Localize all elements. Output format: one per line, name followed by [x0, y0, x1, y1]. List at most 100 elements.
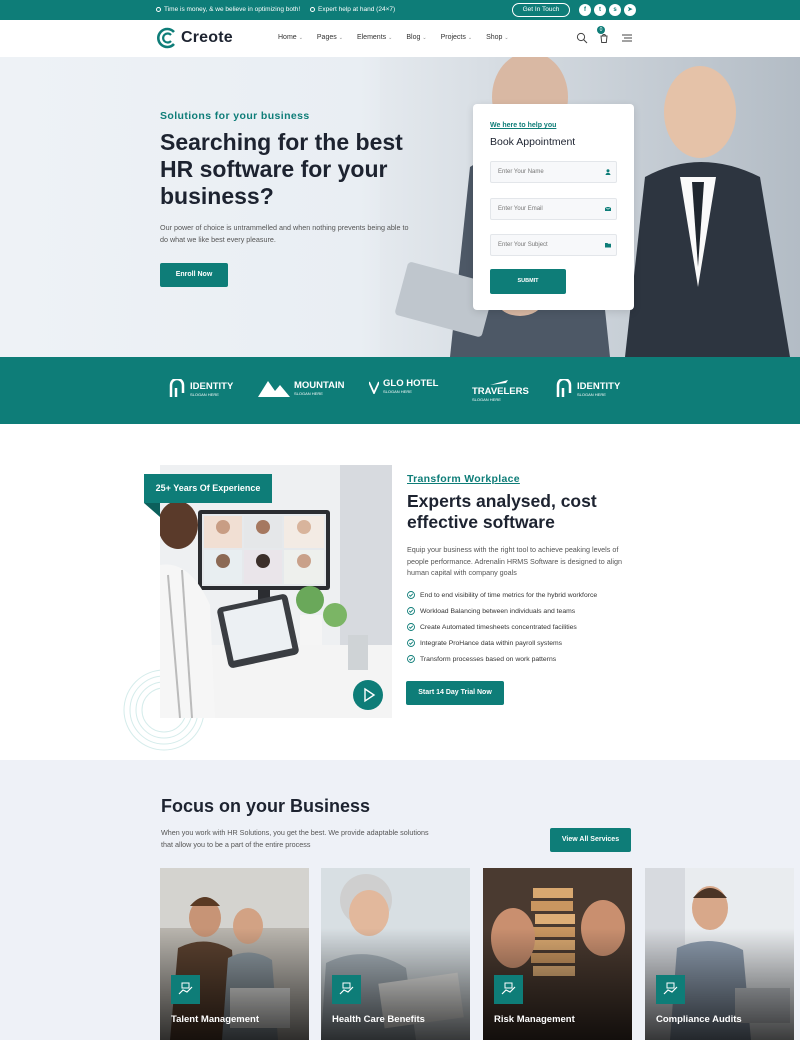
user-icon	[605, 169, 611, 175]
service-card-compliance[interactable]: Compliance Audits	[645, 868, 794, 1040]
nav-elements[interactable]: Elements ⌄	[357, 34, 392, 41]
submit-button[interactable]: SUBMIT	[490, 269, 566, 294]
clock-icon	[156, 7, 161, 12]
nav-label: Home	[278, 34, 297, 41]
main-nav: Home ⌄ Pages ⌄ Elements ⌄ Blog ⌄ Projects ⌄ S…	[278, 34, 523, 41]
checklist-text: Transform processes based on work patter…	[420, 655, 557, 663]
checklist-text: Create Automated timesheets concentrated…	[420, 623, 577, 631]
brand-slogan: SLOGAN HERE	[190, 391, 219, 397]
feature-checklist: End to end visibility of time metrics fo…	[407, 587, 597, 667]
brand-mountain: MOUNTAIN SLOGAN HERE	[258, 379, 344, 397]
nav-home[interactable]: Home ⌄	[278, 34, 303, 41]
nav-label: Pages	[316, 34, 337, 41]
card-title: Health Care Benefits	[332, 1014, 425, 1025]
search-icon[interactable]	[576, 32, 588, 44]
hero-subtitle: Solutions for your business	[160, 110, 310, 122]
compliance-icon-box	[656, 975, 685, 1004]
brand-slogan: SLOGAN HERE	[472, 397, 501, 402]
brand-name: TRAVELERS	[472, 386, 529, 397]
risk-icon-box	[494, 975, 523, 1004]
topbar-message-text: Time is money, & we believe in optimizin…	[164, 6, 301, 13]
name-input[interactable]: Enter Your Name	[490, 161, 617, 183]
brand-travelers: TRAVELERS SLOGAN HERE	[472, 378, 529, 402]
hand-cash-icon	[663, 982, 678, 995]
mountain-logo-icon	[258, 381, 290, 397]
topbar-message-time: Time is money, & we believe in optimizin…	[156, 6, 300, 13]
menu-icon[interactable]	[621, 32, 633, 44]
card-title: Compliance Audits	[656, 1014, 742, 1025]
brand-name: IDENTITY	[577, 380, 621, 392]
hero-description: Our power of choice is untrammelled and …	[160, 223, 409, 244]
hand-cash-icon	[178, 982, 193, 995]
brand-name: Creote	[181, 29, 233, 46]
card-title: Risk Management	[494, 1014, 575, 1025]
facebook-icon[interactable]: f	[579, 4, 591, 16]
site-header: Creote Home ⌄ Pages ⌄ Elements ⌄ Blog ⌄ Proj…	[0, 20, 800, 57]
services-title: Focus on your Business	[161, 796, 371, 816]
experience-badge: 25+ Years Of Experience	[144, 474, 272, 503]
chevron-down-icon: ⌄	[467, 34, 473, 41]
subject-placeholder: Enter Your Subject	[498, 242, 548, 248]
services-section: Focus on your Business When you work wit…	[0, 760, 800, 1040]
appointment-title: Book Appointment	[490, 136, 576, 148]
get-in-touch-button[interactable]: Get In Touch	[512, 3, 570, 17]
list-item: Transform processes based on work patter…	[407, 651, 597, 667]
enroll-now-button[interactable]: Enroll Now	[160, 263, 228, 287]
nav-label: Blog	[406, 34, 421, 41]
play-icon	[364, 687, 376, 703]
chevron-down-icon: ⌄	[338, 34, 343, 41]
top-bar: Time is money, & we believe in optimizin…	[0, 0, 800, 20]
folder-icon	[605, 243, 611, 248]
service-card-talent[interactable]: Talent Management	[160, 868, 309, 1040]
list-item: Create Automated timesheets concentrated…	[407, 619, 597, 635]
brand-slogan: SLOGAN HERE	[294, 390, 323, 396]
skype-icon[interactable]: s	[609, 4, 621, 16]
subject-input[interactable]: Enter Your Subject	[490, 234, 617, 256]
health-icon-box	[332, 975, 361, 1004]
play-video-button[interactable]	[353, 680, 383, 710]
brand-name: GLO HOTEL	[383, 378, 439, 389]
nav-shop[interactable]: Shop ⌄	[486, 34, 509, 41]
hand-cash-icon	[501, 982, 516, 995]
topbar-message-help: Expert help at hand (24×7)	[310, 6, 395, 13]
brand-name: IDENTITY	[190, 380, 234, 392]
about-title: Experts analysed, cost effective softwar…	[407, 491, 597, 532]
brand-identity: IDENTITY SLOGAN HERE	[168, 379, 233, 399]
nav-blog[interactable]: Blog ⌄	[406, 34, 426, 41]
badge-fold	[144, 503, 160, 517]
chevron-down-icon: ⌄	[504, 34, 509, 41]
checklist-text: End to end visibility of time metrics fo…	[420, 591, 598, 599]
nav-pages[interactable]: Pages ⌄	[317, 34, 343, 41]
topbar-message-text: Expert help at hand (24×7)	[318, 6, 396, 13]
support-icon	[310, 7, 315, 12]
twitter-icon[interactable]: t	[594, 4, 606, 16]
hero-title: Searching for the best HR software for y…	[160, 129, 403, 209]
cart-count-badge: 0	[597, 26, 605, 34]
service-card-health[interactable]: Health Care Benefits	[321, 868, 470, 1040]
chevron-down-icon: ⌄	[422, 34, 427, 41]
identity-logo-icon	[169, 379, 185, 397]
site-logo[interactable]: Creote	[156, 27, 233, 49]
card-title: Talent Management	[171, 1014, 259, 1025]
hero-section: Solutions for your business Searching fo…	[0, 57, 800, 357]
service-card-risk[interactable]: Risk Management	[483, 868, 632, 1040]
start-trial-button[interactable]: Start 14 Day Trial Now	[406, 681, 504, 705]
appointment-subtitle: We here to help you	[490, 122, 557, 129]
nav-label: Elements	[356, 34, 387, 41]
envelope-icon	[605, 206, 611, 211]
checklist-text: Integrate ProHance data within payroll s…	[420, 639, 563, 647]
brand-glo-hotel: GLO HOTEL SLOGAN HERE	[369, 379, 438, 394]
view-all-services-button[interactable]: View All Services	[550, 828, 631, 852]
about-description: Equip your business with the right tool …	[407, 545, 622, 577]
telegram-icon[interactable]: ➤	[624, 4, 636, 16]
check-circle-icon	[407, 623, 415, 631]
check-circle-icon	[407, 607, 415, 615]
list-item: Workload Balancing between individuals a…	[407, 603, 597, 619]
glo-hotel-logo-icon	[369, 381, 379, 394]
brand-slogan: SLOGAN HERE	[383, 389, 412, 394]
nav-label: Projects	[440, 34, 466, 41]
nav-projects[interactable]: Projects ⌄	[441, 34, 473, 41]
brand-identity-2: IDENTITY SLOGAN HERE	[555, 379, 620, 399]
hand-cash-icon	[339, 982, 354, 995]
email-input[interactable]: Enter Your Email	[490, 198, 617, 220]
